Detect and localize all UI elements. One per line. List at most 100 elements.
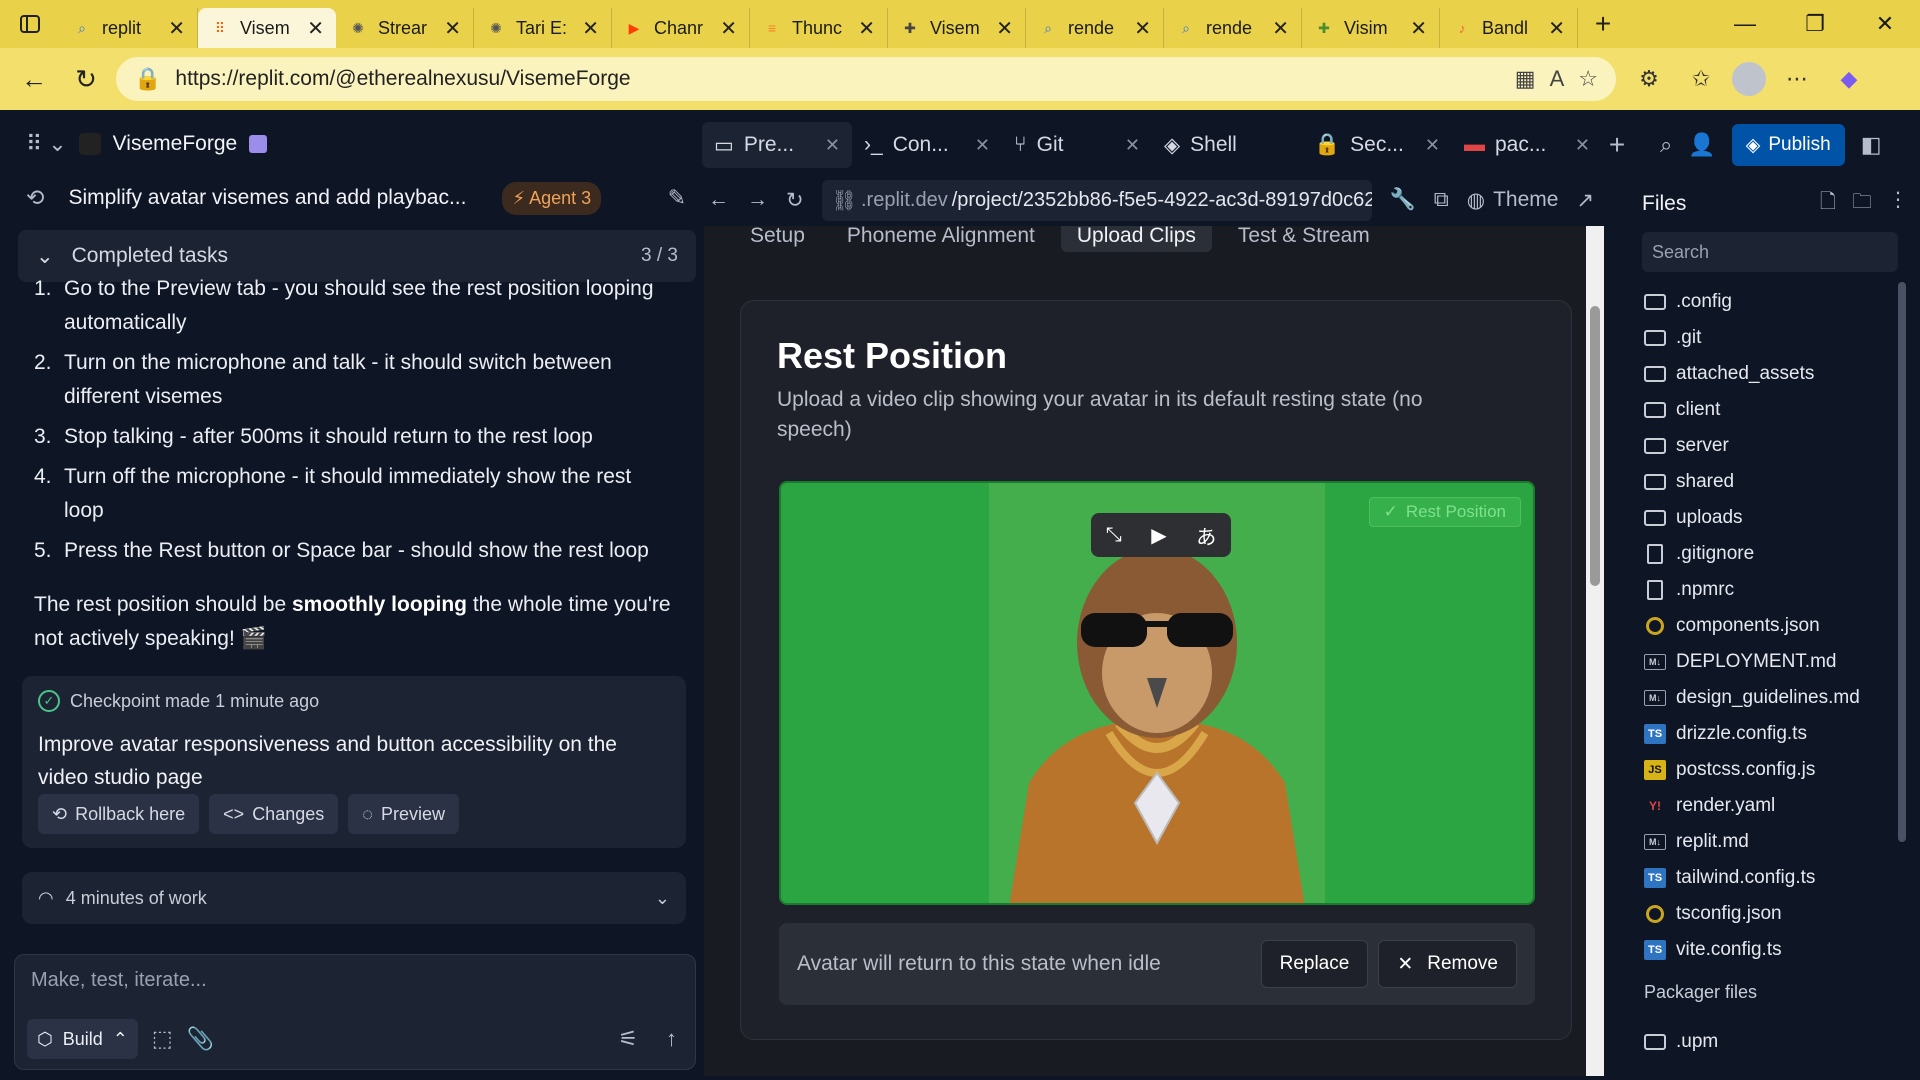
invite-user-icon[interactable]: 👤 xyxy=(1688,132,1715,158)
send-arrow-icon[interactable]: ↑ xyxy=(666,1026,677,1052)
copilot-icon[interactable]: ◆ xyxy=(1828,58,1870,100)
file-tree-item[interactable]: .git xyxy=(1644,320,1894,356)
restore-button[interactable]: ❐ xyxy=(1780,0,1850,48)
browser-tab[interactable]: ▶ Chanr ✕ xyxy=(612,8,750,48)
browser-tab[interactable]: ⌕ rende ✕ xyxy=(1164,8,1302,48)
lock-icon[interactable]: 🔒 xyxy=(134,66,161,92)
close-tab-icon[interactable]: ✕ xyxy=(307,16,324,41)
close-tab-icon[interactable]: ✕ xyxy=(996,16,1013,41)
scrollbar-thumb[interactable] xyxy=(1590,306,1600,586)
settings-sliders-icon[interactable]: ⚟ xyxy=(618,1026,638,1052)
workspace-tab[interactable]: 🔒 Sec... ✕ xyxy=(1302,122,1452,168)
project-name[interactable]: VisemeForge xyxy=(113,132,238,156)
replace-button[interactable]: Replace xyxy=(1260,940,1369,988)
files-scrollbar-thumb[interactable] xyxy=(1898,282,1906,842)
favorite-star-icon[interactable]: ☆ xyxy=(1578,66,1598,92)
app-view-tab[interactable]: Upload Clips xyxy=(1060,226,1212,252)
workspace-tab[interactable]: ⑂ Git ✕ xyxy=(1002,122,1152,168)
agent-badge[interactable]: ⚡ Agent 3 xyxy=(502,181,602,215)
minimize-button[interactable]: — xyxy=(1710,0,1780,48)
rest-video-preview[interactable]: ⤡ ▶ あ ✓ Rest Position xyxy=(779,481,1535,905)
app-view-tab[interactable]: Phoneme Alignment xyxy=(831,226,1051,252)
search-icon[interactable]: ⌕ xyxy=(1660,132,1672,158)
browser-tab[interactable]: ⌕ rende ✕ xyxy=(1026,8,1164,48)
new-folder-icon[interactable]: 🗀 xyxy=(1852,187,1872,221)
close-tab-icon[interactable]: ✕ xyxy=(825,135,840,156)
browser-tab[interactable]: ✺ Tari E: ✕ xyxy=(474,8,612,48)
close-tab-icon[interactable]: ✕ xyxy=(1548,16,1565,41)
close-tab-icon[interactable]: ✕ xyxy=(168,16,185,41)
file-tree-item[interactable]: client xyxy=(1644,392,1894,428)
workspace-tab[interactable]: ◈Shell✕ xyxy=(1152,122,1302,168)
publish-button[interactable]: ◈ Publish xyxy=(1731,124,1845,166)
composer-placeholder[interactable]: Make, test, iterate... xyxy=(31,969,207,992)
changes-button[interactable]: <> Changes xyxy=(209,794,339,834)
files-search-input[interactable]: Search xyxy=(1642,232,1898,272)
file-tree-item[interactable]: M↓ replit.md xyxy=(1644,824,1894,860)
select-element-icon[interactable]: ⬚ xyxy=(152,1026,173,1052)
file-tree-item[interactable]: shared xyxy=(1644,464,1894,500)
build-mode-button[interactable]: ⬡ Build ⌃ xyxy=(27,1019,138,1059)
theme-button[interactable]: ◍ Theme xyxy=(1467,188,1559,213)
browser-tab[interactable]: ✚ Visem ✕ xyxy=(888,8,1026,48)
browser-tab[interactable]: ✚ Visim ✕ xyxy=(1302,8,1440,48)
attach-icon[interactable]: 📎 xyxy=(187,1026,214,1052)
preview-button[interactable]: ◌ Preview xyxy=(348,794,459,834)
app-view-tab[interactable]: Test & Stream xyxy=(1222,226,1386,252)
close-tab-icon[interactable]: ✕ xyxy=(444,16,461,41)
thread-title[interactable]: Simplify avatar visemes and add playbac.… xyxy=(68,186,478,210)
read-aloud-icon[interactable]: A xyxy=(1550,66,1565,92)
translate-icon[interactable]: あ xyxy=(1196,521,1216,550)
browser-tab[interactable]: ♪ Bandl ✕ xyxy=(1440,8,1578,48)
refresh-icon[interactable]: ↻ xyxy=(786,188,804,213)
remove-button[interactable]: ✕ Remove xyxy=(1378,940,1517,988)
browser-tab[interactable]: ✺ Strear ✕ xyxy=(336,8,474,48)
address-bar[interactable]: 🔒 https://replit.com/@etherealnexusu/Vis… xyxy=(116,57,1616,101)
file-tree-item[interactable]: TS drizzle.config.ts xyxy=(1644,716,1894,752)
back-arrow-icon[interactable]: ← xyxy=(708,188,729,212)
close-tab-icon[interactable]: ✕ xyxy=(582,16,599,41)
screens-icon[interactable]: ⧉ xyxy=(1434,188,1449,212)
file-tree-item[interactable]: tsconfig.json xyxy=(1644,896,1894,932)
work-duration-toggle[interactable]: ◠ 4 minutes of work ⌄ xyxy=(22,872,686,924)
close-tab-icon[interactable]: ✕ xyxy=(1410,16,1427,41)
file-tree-item[interactable]: attached_assets xyxy=(1644,356,1894,392)
close-tab-icon[interactable]: ✕ xyxy=(975,135,990,156)
new-file-icon[interactable]: 🗋 xyxy=(1820,187,1836,221)
video-magic-icon[interactable]: ▶ xyxy=(1151,523,1166,548)
file-tree-item[interactable]: M↓ DEPLOYMENT.md xyxy=(1644,644,1894,680)
files-scrollbar[interactable] xyxy=(1898,282,1906,842)
address-url[interactable]: https://replit.com/@etherealnexusu/Visem… xyxy=(175,67,1500,91)
favorites-icon[interactable]: ✩ xyxy=(1680,58,1722,100)
sidebar-toggle-icon[interactable]: ◧ xyxy=(1861,132,1882,158)
webview-url[interactable]: ⛓ .replit.dev/project/2352bb86-f5e5-4922… xyxy=(821,179,1372,221)
app-view-tab[interactable]: Setup xyxy=(734,226,821,252)
devtools-wrench-icon[interactable]: 🔧 xyxy=(1390,188,1416,212)
file-tree-item[interactable]: .gitignore xyxy=(1644,536,1894,572)
workspace-tab[interactable]: ›_ Con... ✕ xyxy=(852,122,1002,168)
close-tab-icon[interactable]: ✕ xyxy=(1125,135,1140,156)
workspace-tab[interactable]: ▭ Pre... ✕ xyxy=(702,122,852,168)
more-menu-icon[interactable]: ⋯ xyxy=(1776,58,1818,100)
extensions-icon[interactable]: ⚙ xyxy=(1628,58,1670,100)
close-tab-icon[interactable]: ✕ xyxy=(1272,16,1289,41)
close-tab-icon[interactable]: ✕ xyxy=(720,16,737,41)
more-vertical-icon[interactable]: ⋮ xyxy=(1888,187,1908,221)
file-tree-item[interactable]: TS vite.config.ts xyxy=(1644,932,1894,968)
file-tree-item[interactable]: .upm xyxy=(1644,1024,1718,1060)
open-external-icon[interactable]: ↗ xyxy=(1576,188,1594,213)
browser-tab[interactable]: ⌕ replit ✕ xyxy=(60,8,198,48)
file-tree-item[interactable]: Y! render.yaml xyxy=(1644,788,1894,824)
add-tab-button[interactable]: + xyxy=(1602,129,1632,161)
close-tab-icon[interactable]: ✕ xyxy=(1134,16,1151,41)
file-tree-item[interactable]: TS tailwind.config.ts xyxy=(1644,860,1894,896)
replit-menu-icon[interactable]: ⠿ ⌄ xyxy=(26,131,67,157)
file-tree-item[interactable]: server xyxy=(1644,428,1894,464)
tab-actions-icon[interactable] xyxy=(0,0,60,48)
close-tab-icon[interactable]: ✕ xyxy=(1575,135,1590,156)
profile-avatar[interactable] xyxy=(1732,62,1766,96)
file-tree-item[interactable]: components.json xyxy=(1644,608,1894,644)
file-tree-item[interactable]: M↓ design_guidelines.md xyxy=(1644,680,1894,716)
file-tree-item[interactable]: .npmrc xyxy=(1644,572,1894,608)
file-tree-item[interactable]: JS postcss.config.js xyxy=(1644,752,1894,788)
